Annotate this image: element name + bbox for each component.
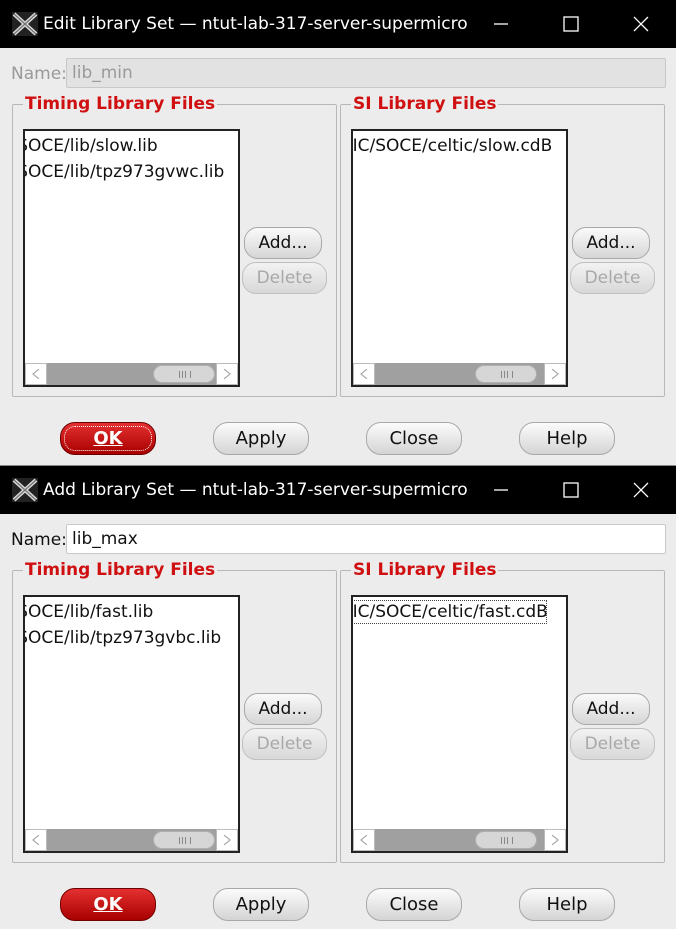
scroll-left-button[interactable] (353, 829, 375, 851)
minimize-button[interactable] (478, 0, 524, 48)
arrow-left-icon (32, 835, 40, 845)
titlebar[interactable]: Add Library Set — ntut-lab-317-server-su… (0, 466, 676, 514)
ok-label: OK (93, 894, 123, 915)
apply-button[interactable]: Apply (213, 422, 309, 455)
scroll-left-button[interactable] (25, 363, 47, 385)
arrow-right-icon (551, 369, 559, 379)
list-item[interactable]: /CIC/SOCE/celtic/fast.cdB (353, 599, 548, 625)
close-label: Close (389, 428, 439, 449)
apply-label: Apply (235, 894, 287, 915)
apply-button[interactable]: Apply (213, 888, 309, 921)
close-button[interactable]: Close (366, 422, 462, 455)
scroll-right-button[interactable] (216, 829, 238, 851)
edit-library-set-window: Edit Library Set — ntut-lab-317-server-s… (0, 0, 676, 466)
maximize-icon (563, 482, 579, 498)
apply-label: Apply (235, 428, 287, 449)
name-input[interactable]: lib_min (66, 58, 666, 88)
minimize-button[interactable] (478, 466, 524, 514)
scroll-thumb[interactable] (153, 365, 215, 383)
x11-app-icon (12, 478, 38, 502)
name-input[interactable]: lib_max (66, 524, 666, 554)
si-library-list[interactable]: /CIC/SOCE/celtic/slow.cdB (351, 129, 568, 387)
help-button[interactable]: Help (519, 422, 615, 455)
delete-timing-library-button[interactable]: Delete (242, 262, 327, 294)
help-label: Help (546, 428, 588, 449)
help-button[interactable]: Help (519, 888, 615, 921)
delete-si-library-button[interactable]: Delete (570, 728, 655, 760)
timing-library-list[interactable]: /CIC/SOCE/lib/fast.lib /CIC/SOCE/lib/tpz… (23, 595, 240, 853)
scroll-right-button[interactable] (216, 363, 238, 385)
timing-library-title: Timing Library Files (23, 559, 218, 581)
minimize-icon (494, 23, 508, 25)
minimize-icon (494, 489, 508, 491)
close-button[interactable]: Close (366, 888, 462, 921)
name-label: Name: (11, 530, 67, 550)
si-library-group: SI Library Files /CIC/SOCE/celtic/slow.c… (340, 93, 665, 397)
si-library-title: SI Library Files (351, 559, 499, 581)
timing-library-title: Timing Library Files (23, 93, 218, 115)
horizontal-scrollbar[interactable] (25, 829, 238, 851)
ok-label: OK (93, 428, 123, 449)
scroll-thumb[interactable] (153, 831, 215, 849)
name-label: Name: (11, 64, 67, 84)
scroll-left-button[interactable] (353, 363, 375, 385)
add-timing-library-button[interactable]: Add... (244, 227, 322, 259)
ok-button[interactable]: OK (60, 888, 156, 921)
timing-library-group: Timing Library Files /CIC/SOCE/lib/fast.… (12, 559, 337, 863)
arrow-left-icon (32, 369, 40, 379)
close-window-button[interactable] (618, 0, 664, 48)
close-icon (633, 16, 649, 32)
si-library-title: SI Library Files (351, 93, 499, 115)
arrow-right-icon (551, 835, 559, 845)
list-item[interactable]: /CIC/SOCE/lib/tpz973gvbc.lib (25, 625, 221, 651)
window-title: Add Library Set — ntut-lab-317-server-su… (43, 480, 468, 500)
si-library-group: SI Library Files /CIC/SOCE/celtic/fast.c… (340, 559, 665, 863)
maximize-icon (563, 16, 579, 32)
scroll-right-button[interactable] (544, 363, 566, 385)
list-item[interactable]: /CIC/SOCE/lib/tpz973gvwc.lib (25, 159, 224, 185)
window-title: Edit Library Set — ntut-lab-317-server-s… (43, 14, 468, 34)
delete-timing-library-button[interactable]: Delete (242, 728, 327, 760)
horizontal-scrollbar[interactable] (353, 829, 566, 851)
close-window-button[interactable] (618, 466, 664, 514)
delete-si-library-button[interactable]: Delete (570, 262, 655, 294)
scroll-thumb[interactable] (475, 365, 537, 383)
ok-button[interactable]: OK (60, 422, 156, 455)
close-icon (633, 482, 649, 498)
timing-library-list[interactable]: /CIC/SOCE/lib/slow.lib /CIC/SOCE/lib/tpz… (23, 129, 240, 387)
maximize-button[interactable] (548, 0, 594, 48)
si-library-list[interactable]: /CIC/SOCE/celtic/fast.cdB (351, 595, 568, 853)
arrow-right-icon (223, 369, 231, 379)
list-item[interactable]: /CIC/SOCE/celtic/slow.cdB (353, 133, 552, 159)
close-label: Close (389, 894, 439, 915)
add-library-set-window: Add Library Set — ntut-lab-317-server-su… (0, 466, 676, 929)
scroll-thumb[interactable] (475, 831, 537, 849)
add-si-library-button[interactable]: Add... (572, 227, 650, 259)
list-item[interactable]: /CIC/SOCE/lib/fast.lib (25, 599, 221, 625)
arrow-right-icon (223, 835, 231, 845)
x11-app-icon (12, 12, 38, 36)
arrow-left-icon (360, 369, 368, 379)
scroll-right-button[interactable] (544, 829, 566, 851)
horizontal-scrollbar[interactable] (353, 363, 566, 385)
arrow-left-icon (360, 835, 368, 845)
maximize-button[interactable] (548, 466, 594, 514)
horizontal-scrollbar[interactable] (25, 363, 238, 385)
timing-library-group: Timing Library Files /CIC/SOCE/lib/slow.… (12, 93, 337, 397)
scroll-left-button[interactable] (25, 829, 47, 851)
titlebar[interactable]: Edit Library Set — ntut-lab-317-server-s… (0, 0, 676, 48)
add-timing-library-button[interactable]: Add... (244, 693, 322, 725)
add-si-library-button[interactable]: Add... (572, 693, 650, 725)
list-item[interactable]: /CIC/SOCE/lib/slow.lib (25, 133, 224, 159)
help-label: Help (546, 894, 588, 915)
